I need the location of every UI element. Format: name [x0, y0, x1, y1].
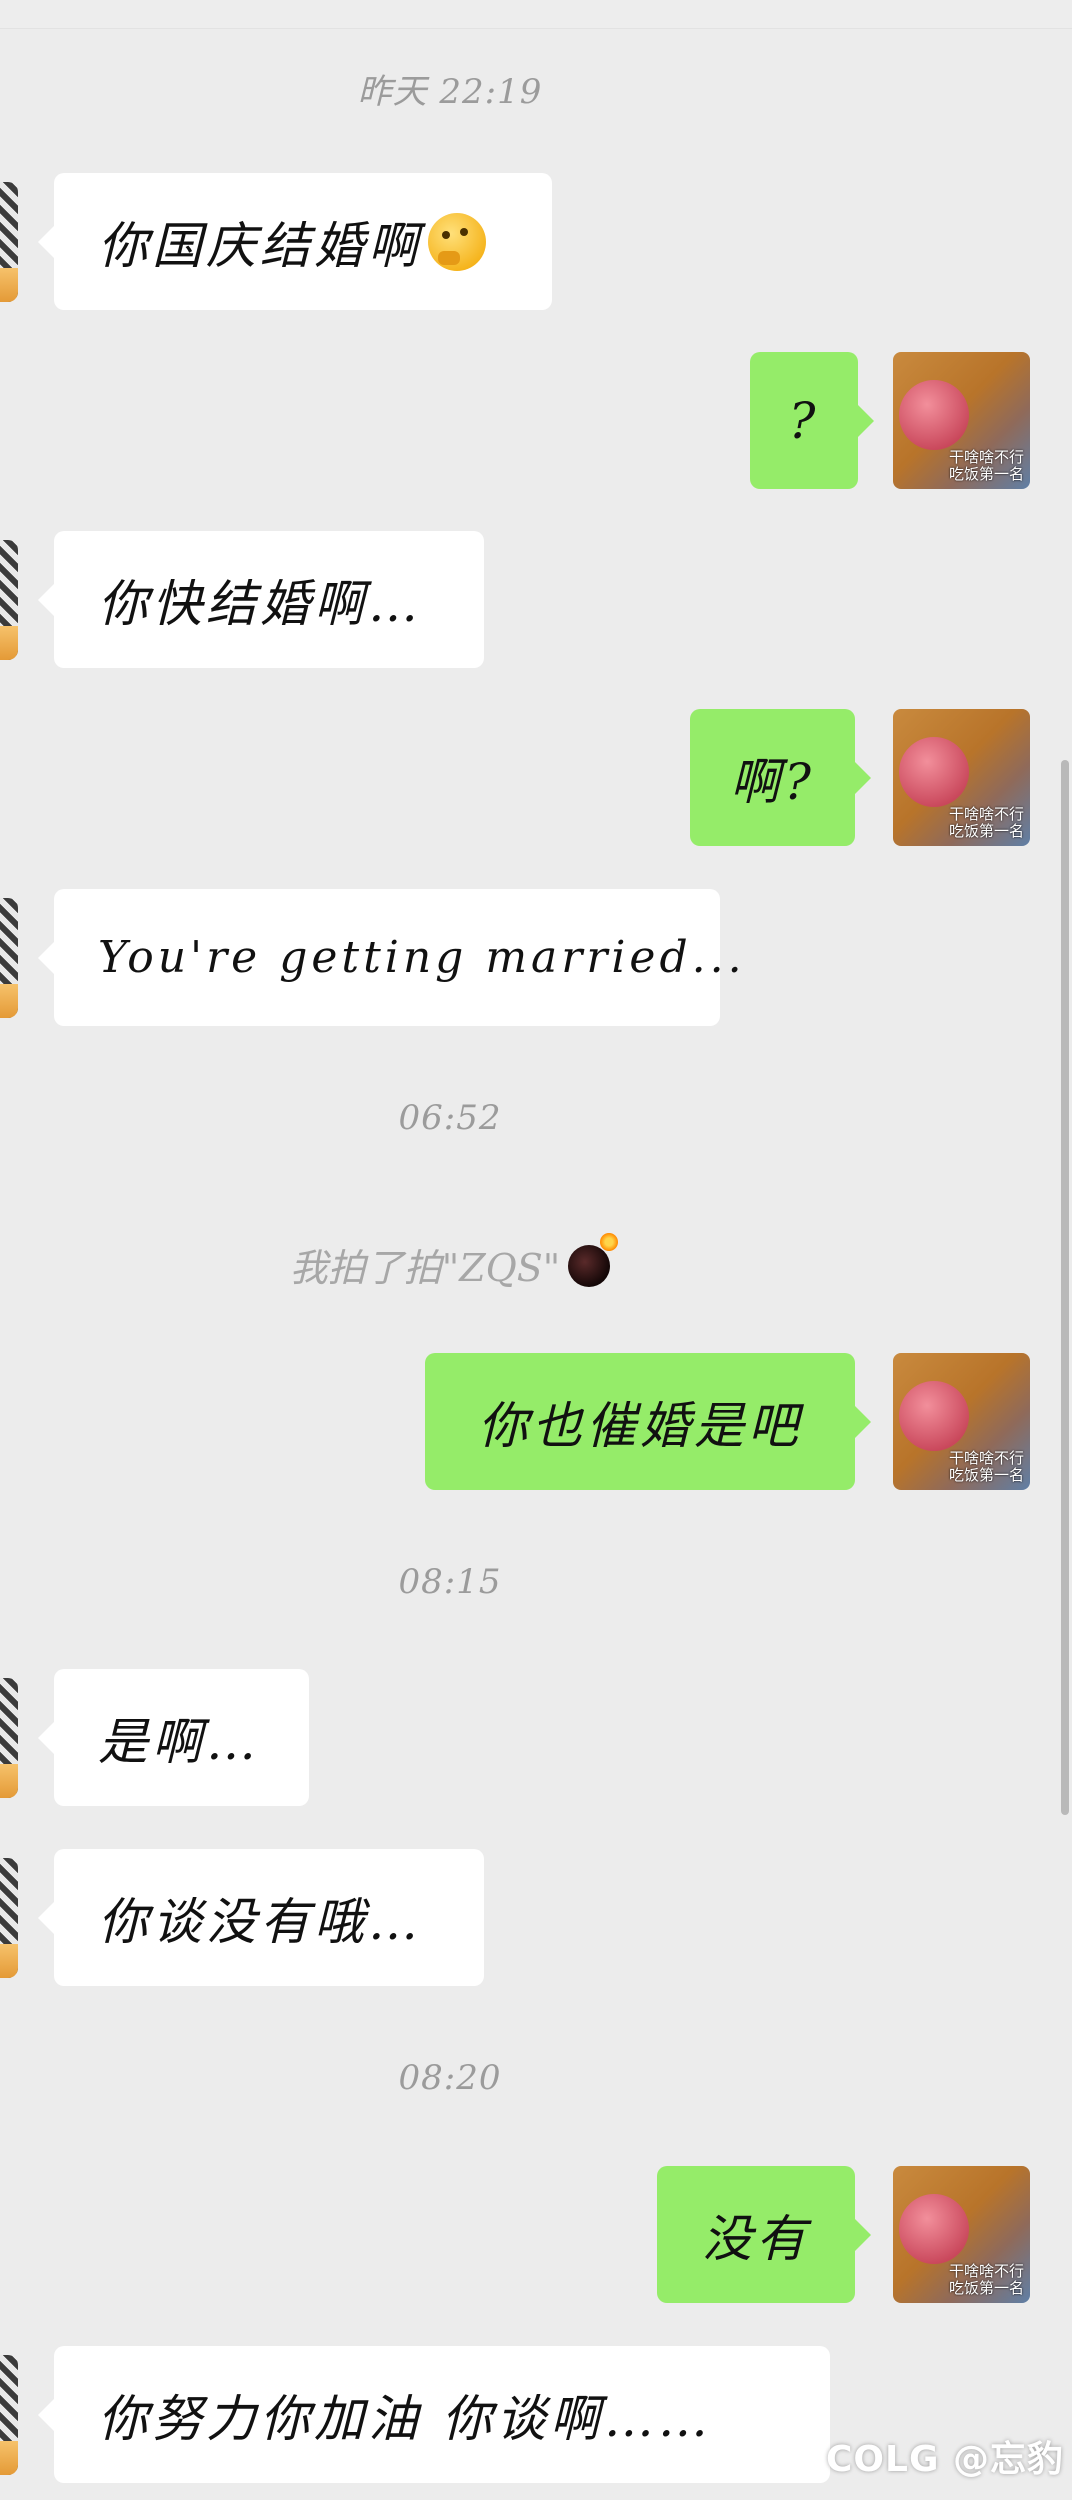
my-avatar[interactable]: 干啥啥不行 吃饭第一名 [893, 2166, 1030, 2303]
avatar-caption: 干啥啥不行 吃饭第一名 [948, 1449, 1024, 1484]
message-text: 啊? [730, 752, 815, 811]
contact-avatar[interactable] [0, 2355, 18, 2475]
bomb-icon [568, 1233, 619, 1287]
incoming-message-bubble[interactable]: You're getting married... [38, 889, 742, 1026]
incoming-message-bubble[interactable]: 你国庆结婚啊 [38, 173, 552, 310]
avatar-caption: 干啥啥不行 吃饭第一名 [948, 2262, 1024, 2297]
contact-avatar[interactable] [0, 898, 18, 1018]
watermark: COLG @忘豹 [826, 2439, 1065, 2480]
message-text: You're getting married... [98, 932, 746, 983]
my-avatar[interactable]: 干啥啥不行 吃饭第一名 [893, 352, 1030, 489]
contact-avatar[interactable] [0, 182, 18, 302]
contact-avatar[interactable] [0, 1678, 18, 1798]
incoming-message-bubble[interactable]: 是啊… [38, 1669, 309, 1806]
message-text: 你努力你加油 你谈啊…… [98, 2389, 712, 2448]
message-text: 你快结婚啊… [98, 574, 422, 633]
incoming-message-bubble[interactable]: 你谈没有哦… [38, 1849, 484, 1986]
avatar-caption: 干啥啥不行 吃饭第一名 [948, 805, 1024, 840]
system-message: 我拍了拍"ZQS" [0, 1233, 900, 1292]
message-text: 你国庆结婚啊 [98, 216, 422, 275]
incoming-message-bubble[interactable]: 你快结婚啊… [38, 531, 484, 668]
outgoing-message-bubble[interactable]: 你也催婚是吧 [425, 1353, 871, 1490]
outgoing-message-bubble[interactable]: ? [750, 352, 874, 489]
message-text: 你谈没有哦… [98, 1892, 422, 1951]
timestamp: 08:15 [398, 1562, 502, 1602]
my-avatar[interactable]: 干啥啥不行 吃饭第一名 [893, 709, 1030, 846]
outgoing-message-bubble[interactable]: 啊? [690, 709, 871, 846]
timestamp: 08:20 [398, 2058, 502, 2098]
thinking-face-icon [428, 212, 486, 271]
avatar-caption: 干啥啥不行 吃饭第一名 [948, 448, 1024, 483]
outgoing-message-bubble[interactable]: 没有 [657, 2166, 871, 2303]
incoming-message-bubble[interactable]: 你努力你加油 你谈啊…… [38, 2346, 830, 2483]
message-text: ? [788, 391, 820, 450]
avatar-ball [899, 737, 969, 807]
message-text: 你也催婚是吧 [478, 1396, 802, 1455]
scrollbar[interactable] [1061, 760, 1069, 1815]
avatar-ball [899, 1381, 969, 1451]
timestamp: 06:52 [398, 1098, 502, 1138]
message-text: 是啊… [98, 1712, 260, 1771]
contact-avatar[interactable] [0, 1858, 18, 1978]
timestamp: 昨天 22:19 [357, 72, 543, 112]
message-text: 没有 [702, 2209, 810, 2268]
my-avatar[interactable]: 干啥啥不行 吃饭第一名 [893, 1353, 1030, 1490]
top-bar [0, 0, 1072, 29]
avatar-ball [899, 380, 969, 450]
system-message-text: 我拍了拍"ZQS" [289, 1246, 561, 1290]
avatar-ball [899, 2194, 969, 2264]
contact-avatar[interactable] [0, 540, 18, 660]
